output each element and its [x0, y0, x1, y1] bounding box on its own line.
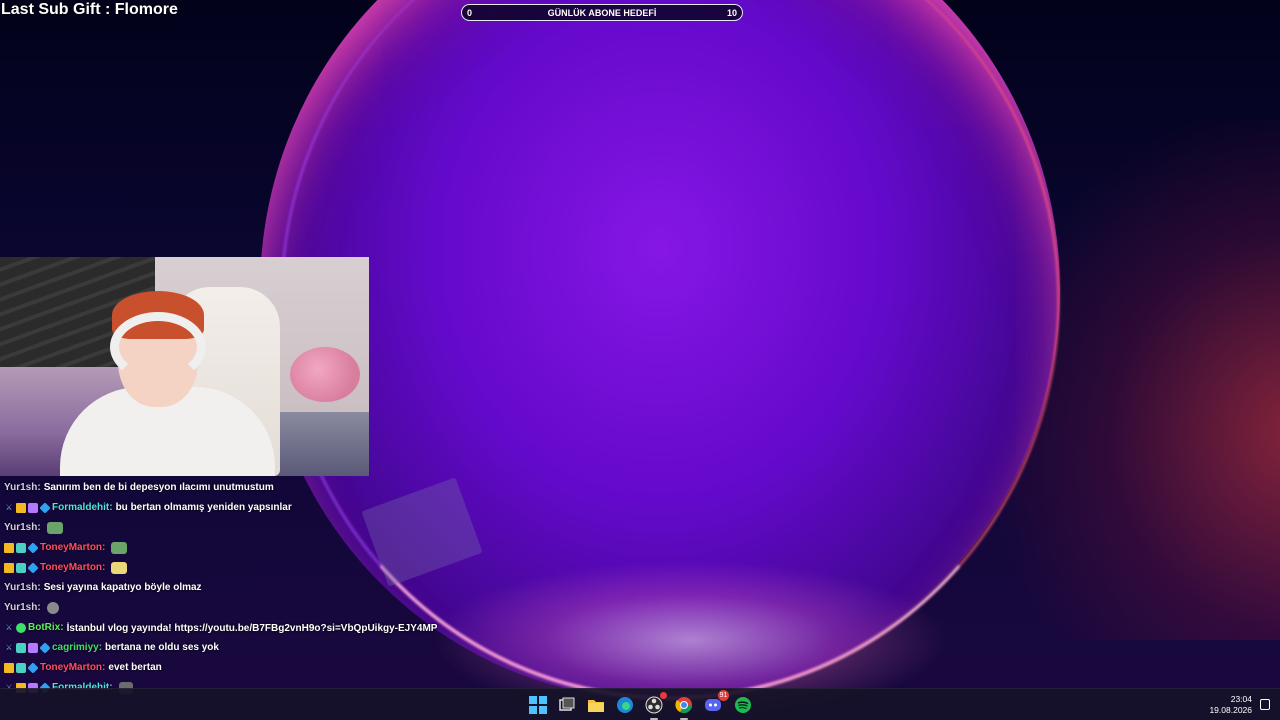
obs-icon[interactable] — [643, 692, 667, 720]
chat-message-text: evet bertan — [108, 662, 162, 673]
chat-username[interactable]: ToneyMarton — [40, 538, 102, 558]
crown-icon — [16, 503, 26, 513]
last-sub-gift-label: Last Sub Gift : Flomore — [1, 1, 178, 18]
chat-username[interactable]: ToneyMarton — [40, 658, 102, 678]
obs-recording-dot — [660, 692, 667, 699]
chat-username[interactable]: Yur1sh — [4, 478, 37, 498]
chrome-icon[interactable] — [673, 694, 695, 720]
chat-username[interactable]: Yur1sh — [4, 578, 37, 598]
gem-icon — [39, 502, 51, 514]
sub-goal-bar: 0 GÜNLÜK ABONE HEDEFİ 10 — [461, 4, 743, 21]
chat-message: ToneyMarton: — [4, 538, 444, 558]
chat-message-text: Sanırım ben de bi depesyon ılacımı unutm… — [43, 482, 274, 493]
chat-username[interactable]: ToneyMarton — [40, 558, 102, 578]
notification-center-icon[interactable] — [1260, 699, 1270, 710]
crown-icon — [4, 563, 14, 573]
eye-emote — [46, 602, 59, 614]
chat-username[interactable]: cagrimiyy — [52, 638, 99, 658]
crown-icon — [4, 663, 14, 673]
chat-colon: : — [102, 542, 106, 553]
frog-emote — [46, 522, 63, 534]
frog-emote — [111, 542, 128, 554]
webcam-plush — [290, 347, 360, 402]
goal-target: 10 — [726, 7, 737, 18]
chat-colon: : — [102, 662, 106, 673]
discord-badge: 91 — [718, 690, 729, 701]
webcam-shelf — [268, 412, 369, 476]
clock-time: 23:04 — [1230, 694, 1252, 704]
edge-icon[interactable] — [614, 694, 636, 716]
chat-message-text: İstanbul vlog yayında! https://youtu.be/… — [66, 622, 438, 634]
spotify-icon[interactable] — [732, 694, 754, 716]
chat-message-text: Sesi yayına kapatıyo böyle olmaz — [43, 582, 202, 593]
chat-colon: : — [37, 482, 41, 493]
grid-icon — [16, 543, 26, 553]
chat-overlay: Yur1sh: Sanırım ben de bi depesyon ılacım… — [4, 470, 444, 698]
chat-username[interactable]: BotRix — [28, 618, 60, 638]
chat-colon: : — [37, 602, 41, 613]
chat-colon: : — [98, 642, 103, 653]
chat-message: Yur1sh: — [4, 518, 444, 538]
webcam-headset — [110, 312, 206, 382]
chat-message: ⚔ BotRix: İstanbul vlog yayında! https://y… — [4, 618, 444, 638]
chat-line-partial — [4, 470, 444, 478]
task-view-icon[interactable] — [556, 694, 578, 716]
gem-icon — [27, 542, 39, 554]
chat-colon: : — [102, 562, 106, 573]
chat-colon: : — [109, 502, 113, 513]
chat-username[interactable]: Formaldehit — [52, 498, 109, 518]
system-clock[interactable]: 23:04 19.08.2026 — [1209, 694, 1252, 716]
chat-message: Yur1sh: Sanırım ben de bi depesyon ılacım… — [4, 478, 444, 498]
gem-icon — [39, 642, 51, 654]
taskbar: 91 23:04 19.08.2026 — [0, 688, 1280, 720]
gift-icon — [28, 643, 38, 653]
goal-label: GÜNLÜK ABONE HEDEFİ — [547, 7, 657, 18]
gem-icon — [27, 562, 39, 574]
windows-start-icon[interactable] — [527, 694, 549, 716]
grid-icon — [16, 643, 26, 653]
chat-message: ⚔ Formaldehit: bu bertan olmamış yeniden y… — [4, 498, 444, 518]
chat-colon: : — [37, 582, 41, 593]
chat-message: ToneyMarton: evet bertan — [4, 658, 444, 678]
discord-icon[interactable]: 91 — [702, 690, 729, 716]
file-explorer-icon[interactable] — [585, 694, 607, 716]
webcam-feed — [0, 257, 369, 476]
chat-colon: : — [60, 622, 64, 633]
sword-icon: ⚔ — [5, 643, 13, 652]
sword-icon: ⚔ — [5, 623, 13, 632]
gift-icon — [28, 503, 38, 513]
chat-message: Yur1sh: — [4, 598, 444, 618]
chat-message: ToneyMarton: — [4, 558, 444, 578]
gem-icon — [27, 662, 39, 674]
chat-username[interactable]: Yur1sh — [4, 598, 37, 618]
chat-username[interactable]: Yur1sh — [4, 518, 37, 538]
bot-icon — [16, 623, 26, 633]
grid-icon — [16, 563, 26, 573]
grid-icon — [16, 663, 26, 673]
chat-message-text: bertana ne oldu ses yok — [105, 642, 219, 653]
sword-icon: ⚔ — [5, 503, 13, 512]
chat-message: Yur1sh: Sesi yayına kapatıyo böyle olmaz — [4, 578, 444, 598]
goal-current: 0 — [467, 7, 473, 18]
box-emote — [111, 562, 128, 574]
chat-message: ⚔ cagrimiyy: bertana ne oldu ses yok — [4, 638, 444, 658]
chat-colon: : — [37, 522, 41, 533]
chat-message-text: bu bertan olmamış yeniden yapsınlar — [115, 502, 292, 513]
clock-date: 19.08.2026 — [1209, 705, 1252, 715]
crown-icon — [4, 543, 14, 553]
